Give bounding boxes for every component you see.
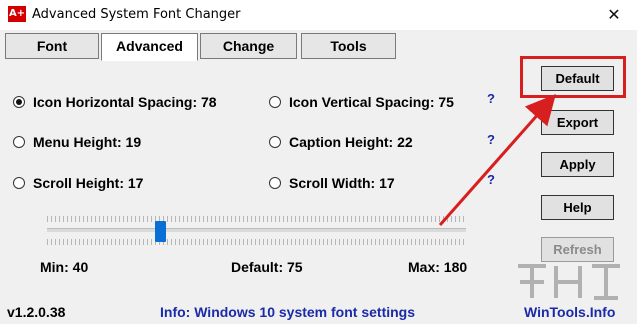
slider-ticks-bottom (47, 239, 466, 245)
option-label: Scroll Width: 17 (289, 175, 395, 191)
tab-advanced[interactable]: Advanced (101, 33, 198, 61)
radio-button[interactable] (13, 177, 25, 189)
apply-button[interactable]: Apply (541, 152, 614, 177)
radio-button[interactable] (269, 136, 281, 148)
option-label: Menu Height: 19 (33, 134, 142, 150)
title-bar: A+ Advanced System Font Changer ✕ (0, 0, 637, 30)
info-text: Info: Windows 10 system font settings (160, 304, 416, 320)
help-question-icon[interactable]: ? (487, 172, 495, 187)
tab-tools[interactable]: Tools (301, 33, 396, 59)
option-label: Scroll Height: 17 (33, 175, 144, 191)
website-link[interactable]: WinTools.Info (524, 304, 615, 320)
slider-min-label: Min: 40 (40, 259, 89, 275)
help-question-icon[interactable]: ? (487, 132, 495, 147)
option-label: Icon Vertical Spacing: 75 (289, 94, 454, 110)
version-text: v1.2.0.38 (7, 304, 66, 320)
option-scroll-height[interactable]: Scroll Height: 17 (13, 173, 143, 193)
watermark-logo (512, 258, 630, 302)
status-bar: v1.2.0.38 Info: Windows 10 system font s… (0, 300, 637, 324)
slider-default-label: Default: 75 (231, 259, 303, 275)
slider-thumb[interactable] (155, 221, 166, 242)
option-icon-vertical-spacing[interactable]: Icon Vertical Spacing: 75 (269, 92, 454, 112)
radio-button[interactable] (269, 96, 281, 108)
slider-ticks-top (47, 216, 466, 222)
app-icon: A+ (8, 6, 26, 22)
close-icon[interactable]: ✕ (591, 0, 637, 30)
option-label: Icon Horizontal Spacing: 78 (33, 94, 217, 110)
slider-max-label: Max: 180 (408, 259, 468, 275)
help-question-icon[interactable]: ? (487, 91, 495, 106)
option-label: Caption Height: 22 (289, 134, 413, 150)
tab-change[interactable]: Change (200, 33, 297, 59)
highlight-box (520, 56, 626, 98)
window-title: Advanced System Font Changer (32, 7, 241, 22)
help-button[interactable]: Help (541, 195, 614, 220)
tab-font[interactable]: Font (5, 33, 99, 59)
option-icon-horizontal-spacing[interactable]: Icon Horizontal Spacing: 78 (13, 92, 217, 112)
export-button[interactable]: Export (541, 110, 614, 135)
radio-button[interactable] (269, 177, 281, 189)
option-menu-height[interactable]: Menu Height: 19 (13, 132, 141, 152)
radio-button[interactable] (13, 96, 25, 108)
option-scroll-width[interactable]: Scroll Width: 17 (269, 173, 395, 193)
radio-button[interactable] (13, 136, 25, 148)
option-caption-height[interactable]: Caption Height: 22 (269, 132, 413, 152)
slider-track[interactable] (47, 228, 466, 232)
